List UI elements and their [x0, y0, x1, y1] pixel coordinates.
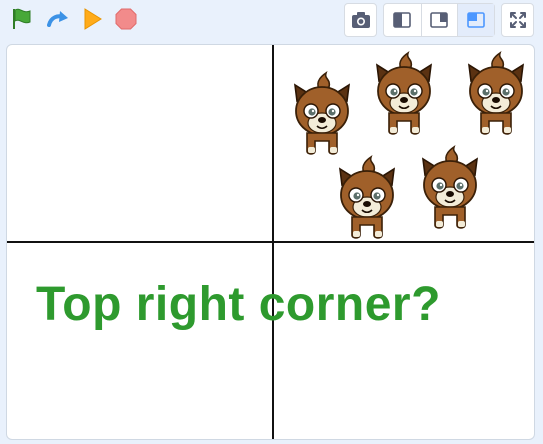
- redo-button[interactable]: [42, 3, 74, 35]
- toolbar: [0, 0, 543, 40]
- corner-stage-layout-icon: [467, 12, 485, 28]
- go-button[interactable]: [76, 3, 108, 35]
- dog-sprite[interactable]: [417, 145, 483, 233]
- stage-layout-toggle: [383, 3, 495, 37]
- dog-sprite[interactable]: [289, 71, 355, 159]
- fullscreen-icon: [509, 12, 526, 28]
- orange-triangle-icon: [84, 8, 102, 30]
- stage[interactable]: Top right corner?: [6, 44, 535, 440]
- small-stage-button[interactable]: [384, 4, 421, 36]
- screenshot-button[interactable]: [344, 3, 377, 37]
- green-flag-button[interactable]: [6, 3, 38, 35]
- large-stage-button[interactable]: [420, 4, 458, 36]
- large-stage-layout-icon: [430, 12, 449, 28]
- corner-stage-button[interactable]: [457, 4, 494, 36]
- stop-octagon-icon: [115, 8, 137, 30]
- dog-sprite[interactable]: [334, 155, 400, 243]
- camera-icon: [351, 12, 370, 28]
- dog-sprite[interactable]: [463, 51, 529, 139]
- fullscreen-button[interactable]: [501, 3, 534, 37]
- stop-button[interactable]: [110, 3, 142, 35]
- horizontal-axis-line: [7, 241, 534, 243]
- small-stage-layout-icon: [393, 12, 412, 28]
- dog-sprite[interactable]: [371, 51, 437, 139]
- green-flag-icon: [13, 8, 31, 29]
- redo-arrow-icon: [47, 11, 68, 27]
- caption-text: Top right corner?: [36, 278, 441, 331]
